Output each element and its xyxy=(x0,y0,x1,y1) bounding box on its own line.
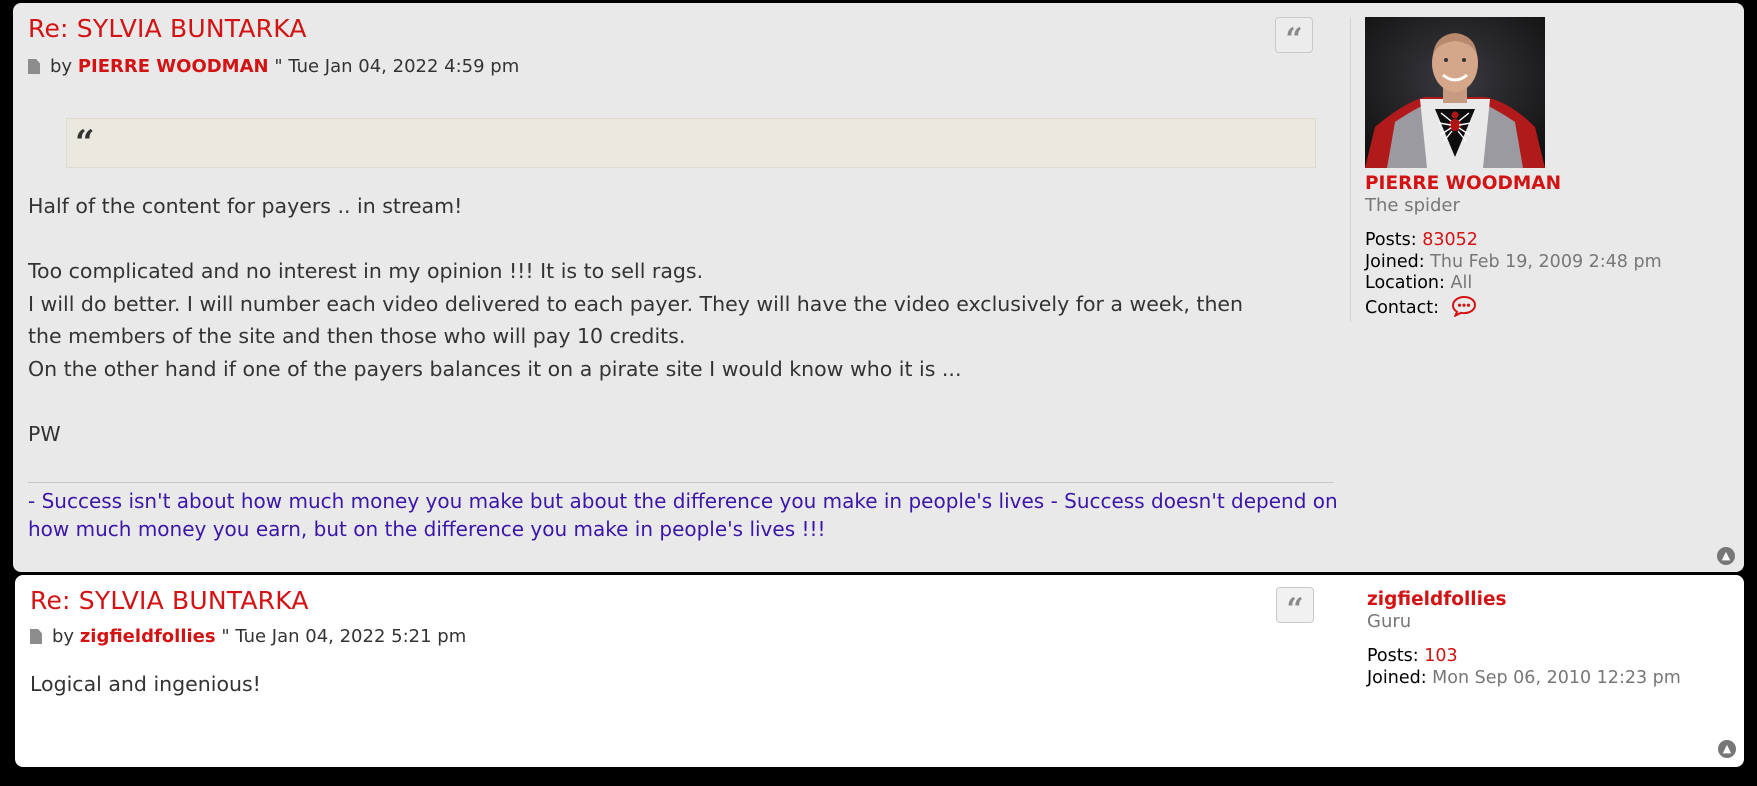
profile-rank: Guru xyxy=(1367,610,1412,632)
content-line: On the other hand if one of the payers b… xyxy=(28,356,962,381)
content-line: Half of the content for payers .. in str… xyxy=(28,194,463,218)
post-pierre-woodman: Re: SYLVIA BUNTARKA by PIERRE WOODMAN " … xyxy=(13,3,1744,572)
post-document-icon[interactable] xyxy=(28,59,40,74)
post-zigfieldfollies: Re: SYLVIA BUNTARKA by zigfieldfollies "… xyxy=(15,575,1744,767)
profile-joined-row: Joined: Mon Sep 06, 2010 12:23 pm xyxy=(1367,668,1681,690)
back-to-top-icon[interactable]: ▲ xyxy=(1717,547,1735,565)
avatar-image xyxy=(1365,17,1545,168)
signature-divider xyxy=(28,482,1334,483)
posts-count-link[interactable]: 83052 xyxy=(1422,230,1478,250)
location-label: Location: xyxy=(1365,273,1445,293)
content-line: Too complicated and no interest in my op… xyxy=(28,259,704,283)
chat-bubble-icon[interactable] xyxy=(1451,295,1477,324)
content-line: PW xyxy=(28,421,61,446)
profile: PIERRE WOODMAN The spider Posts: 83052 J… xyxy=(1365,173,1662,323)
profile-joined-row: Joined: Thu Feb 19, 2009 2:48 pm xyxy=(1365,252,1662,274)
empty-blockquote: “ xyxy=(66,118,1316,168)
profile-posts-row: Posts: 83052 xyxy=(1365,230,1662,252)
quote-button[interactable]: “ xyxy=(1275,17,1313,57)
posts-count-link[interactable]: 103 xyxy=(1424,646,1457,666)
by-label: by xyxy=(52,626,75,647)
profile: zigfieldfollies Guru Posts: 103 Joined: … xyxy=(1367,589,1681,689)
content-line: the members of the site and then those w… xyxy=(28,324,686,348)
profile-contact-row: Contact: xyxy=(1365,295,1662,324)
quote-icon: “ xyxy=(1286,592,1304,627)
blockquote-quote-icon: “ xyxy=(75,123,95,163)
profile-divider xyxy=(1350,17,1351,322)
contact-label: Contact: xyxy=(1365,297,1439,318)
joined-label: Joined: xyxy=(1365,251,1425,272)
post-date: " Tue Jan 04, 2022 5:21 pm xyxy=(221,626,467,647)
quote-icon: “ xyxy=(1285,22,1303,57)
post-author-line: by zigfieldfollies " Tue Jan 04, 2022 5:… xyxy=(30,626,466,647)
posts-label: Posts: xyxy=(1365,230,1417,250)
signature: - Success isn't about how much money you… xyxy=(28,489,1338,541)
joined-label: Joined: xyxy=(1367,667,1427,688)
by-label: by xyxy=(50,56,73,77)
location-value: All xyxy=(1450,273,1473,293)
post-content: Logical and ingenious! xyxy=(30,668,261,701)
joined-value: Mon Sep 06, 2010 12:23 pm xyxy=(1432,667,1681,688)
post-date: " Tue Jan 04, 2022 4:59 pm xyxy=(274,56,520,77)
back-to-top-icon[interactable]: ▲ xyxy=(1718,740,1736,758)
profile-username[interactable]: zigfieldfollies xyxy=(1367,589,1681,611)
author-link[interactable]: PIERRE WOODMAN xyxy=(78,56,269,77)
profile-location-row: Location: All xyxy=(1365,273,1662,295)
post-author-line: by PIERRE WOODMAN " Tue Jan 04, 2022 4:5… xyxy=(28,56,519,77)
profile-username[interactable]: PIERRE WOODMAN xyxy=(1365,173,1662,195)
profile-rank: The spider xyxy=(1365,194,1460,216)
post-content: Half of the content for payers .. in str… xyxy=(28,190,1243,450)
post-document-icon[interactable] xyxy=(30,629,42,644)
author-link[interactable]: zigfieldfollies xyxy=(80,626,216,647)
posts-label: Posts: xyxy=(1367,646,1419,666)
quote-button[interactable]: “ xyxy=(1276,587,1314,627)
content-line: Logical and ingenious! xyxy=(30,672,261,696)
avatar[interactable] xyxy=(1365,17,1545,168)
post-title[interactable]: Re: SYLVIA BUNTARKA xyxy=(30,586,309,615)
profile-posts-row: Posts: 103 xyxy=(1367,646,1681,668)
post-title[interactable]: Re: SYLVIA BUNTARKA xyxy=(28,14,307,43)
joined-value: Thu Feb 19, 2009 2:48 pm xyxy=(1430,251,1662,272)
content-line: I will do better. I will number each vid… xyxy=(28,291,1244,316)
